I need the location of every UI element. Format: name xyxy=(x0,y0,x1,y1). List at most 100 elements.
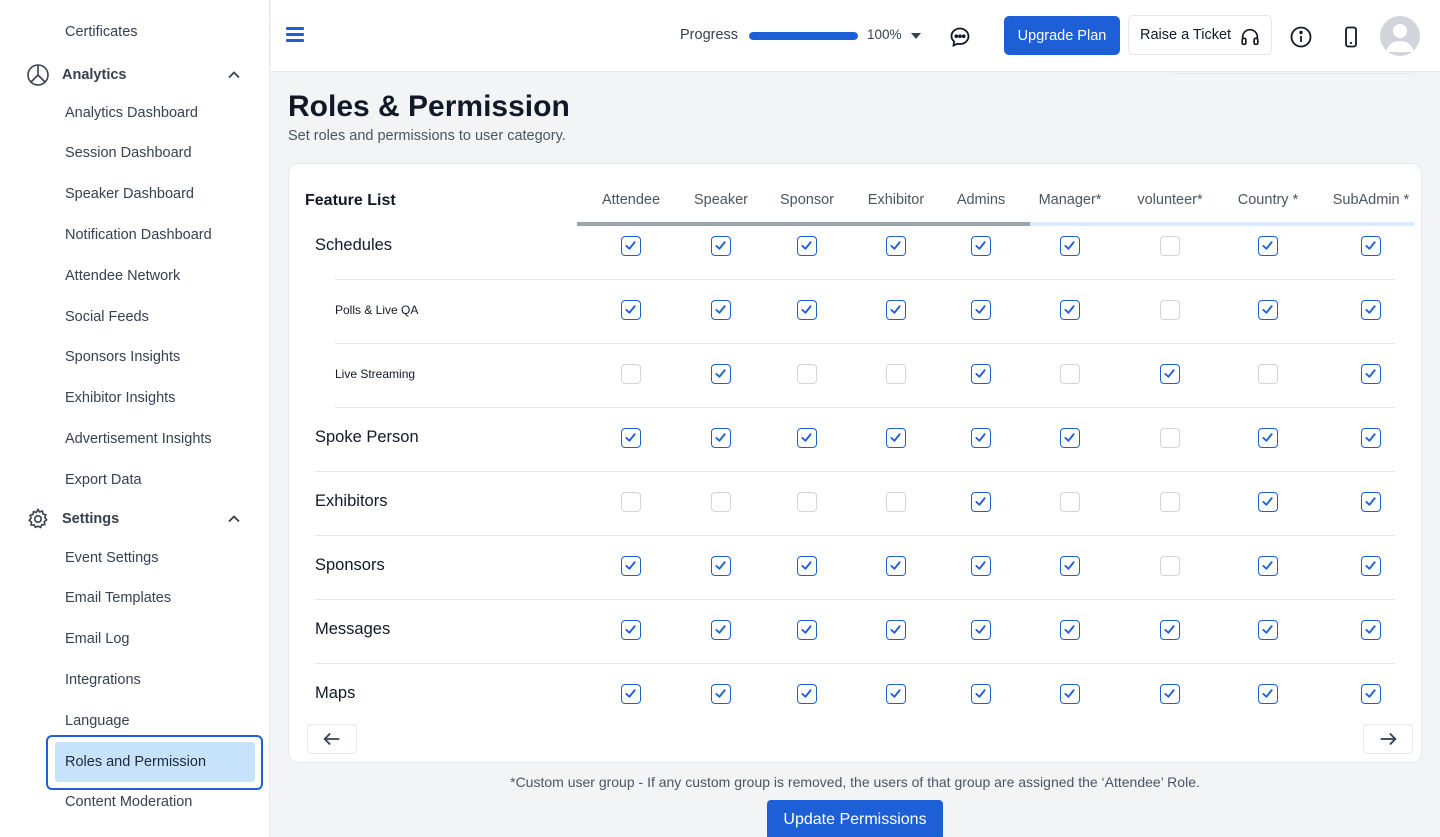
permission-checkbox[interactable] xyxy=(886,684,906,704)
permission-checkbox[interactable] xyxy=(711,364,731,384)
sidebar-item-attendee-network[interactable]: Attendee Network xyxy=(65,268,180,284)
permission-checkbox[interactable] xyxy=(1160,428,1180,448)
permission-checkbox[interactable] xyxy=(1258,236,1278,256)
permission-checkbox[interactable] xyxy=(1361,428,1381,448)
permission-checkbox[interactable] xyxy=(971,620,991,640)
permission-checkbox[interactable] xyxy=(1060,492,1080,512)
permission-checkbox[interactable] xyxy=(797,684,817,704)
permission-checkbox[interactable] xyxy=(1361,556,1381,576)
permission-checkbox[interactable] xyxy=(1258,684,1278,704)
permission-checkbox[interactable] xyxy=(1060,684,1080,704)
progress-dropdown-icon[interactable] xyxy=(911,33,921,39)
permission-checkbox[interactable] xyxy=(1258,300,1278,320)
sidebar-item-social-feeds[interactable]: Social Feeds xyxy=(65,309,149,325)
permission-checkbox[interactable] xyxy=(711,492,731,512)
permission-checkbox[interactable] xyxy=(971,492,991,512)
permission-checkbox[interactable] xyxy=(797,492,817,512)
permission-checkbox[interactable] xyxy=(797,300,817,320)
permission-checkbox[interactable] xyxy=(971,236,991,256)
permission-checkbox[interactable] xyxy=(1160,236,1180,256)
scroll-left-button[interactable] xyxy=(307,724,357,754)
permission-checkbox[interactable] xyxy=(711,428,731,448)
raise-ticket-button[interactable]: Raise a Ticket xyxy=(1128,15,1272,55)
sidebar-item-advertisement-insights[interactable]: Advertisement Insights xyxy=(65,431,212,447)
sidebar-item-content-moderation[interactable]: Content Moderation xyxy=(65,794,192,810)
permission-checkbox[interactable] xyxy=(1160,492,1180,512)
update-permissions-button[interactable]: Update Permissions xyxy=(767,800,943,837)
permission-checkbox[interactable] xyxy=(621,684,641,704)
sidebar-item-sponsors-insights[interactable]: Sponsors Insights xyxy=(65,349,180,365)
sidebar-item-session-dashboard[interactable]: Session Dashboard xyxy=(65,145,192,161)
permission-checkbox[interactable] xyxy=(1361,492,1381,512)
permission-checkbox[interactable] xyxy=(886,428,906,448)
sidebar-item-email-log[interactable]: Email Log xyxy=(65,631,129,647)
mobile-icon[interactable] xyxy=(1339,25,1363,49)
permission-checkbox[interactable] xyxy=(886,620,906,640)
permission-checkbox[interactable] xyxy=(1361,684,1381,704)
sidebar-item-notification-dashboard[interactable]: Notification Dashboard xyxy=(65,227,212,243)
permission-checkbox[interactable] xyxy=(971,684,991,704)
avatar[interactable] xyxy=(1380,16,1420,56)
permission-checkbox[interactable] xyxy=(797,428,817,448)
menu-icon[interactable] xyxy=(286,27,304,43)
permission-checkbox[interactable] xyxy=(1258,620,1278,640)
permission-checkbox[interactable] xyxy=(886,364,906,384)
sidebar-item-exhibitor-insights[interactable]: Exhibitor Insights xyxy=(65,390,175,406)
info-icon[interactable] xyxy=(1289,25,1313,49)
permission-checkbox[interactable] xyxy=(971,556,991,576)
permission-checkbox[interactable] xyxy=(1160,300,1180,320)
permission-checkbox[interactable] xyxy=(711,684,731,704)
chat-icon[interactable] xyxy=(948,25,972,49)
sidebar-section-settings[interactable]: Settings xyxy=(26,505,246,533)
permission-checkbox[interactable] xyxy=(797,364,817,384)
upgrade-plan-button[interactable]: Upgrade Plan xyxy=(1004,16,1120,55)
permission-checkbox[interactable] xyxy=(621,556,641,576)
sidebar-item-speaker-dashboard[interactable]: Speaker Dashboard xyxy=(65,186,194,202)
sidebar-item-integrations[interactable]: Integrations xyxy=(65,672,141,688)
permission-checkbox[interactable] xyxy=(797,236,817,256)
permission-checkbox[interactable] xyxy=(711,236,731,256)
permission-checkbox[interactable] xyxy=(1160,556,1180,576)
permission-checkbox[interactable] xyxy=(1258,492,1278,512)
permission-checkbox[interactable] xyxy=(1258,556,1278,576)
permission-checkbox[interactable] xyxy=(797,556,817,576)
permission-checkbox[interactable] xyxy=(1361,236,1381,256)
permission-checkbox[interactable] xyxy=(621,236,641,256)
permission-checkbox[interactable] xyxy=(1361,364,1381,384)
permission-checkbox[interactable] xyxy=(711,620,731,640)
permission-checkbox[interactable] xyxy=(621,364,641,384)
sidebar-section-analytics[interactable]: Analytics xyxy=(26,61,246,89)
permission-checkbox[interactable] xyxy=(621,300,641,320)
permission-checkbox[interactable] xyxy=(1060,620,1080,640)
permission-checkbox[interactable] xyxy=(1361,300,1381,320)
permission-checkbox[interactable] xyxy=(886,492,906,512)
permission-checkbox[interactable] xyxy=(971,300,991,320)
sidebar-item-analytics-dashboard[interactable]: Analytics Dashboard xyxy=(65,105,198,121)
sidebar-item-event-settings[interactable]: Event Settings xyxy=(65,550,159,566)
permission-checkbox[interactable] xyxy=(1060,428,1080,448)
permission-checkbox[interactable] xyxy=(1060,556,1080,576)
permission-checkbox[interactable] xyxy=(1060,300,1080,320)
permission-checkbox[interactable] xyxy=(797,620,817,640)
scroll-right-button[interactable] xyxy=(1363,724,1413,754)
permission-checkbox[interactable] xyxy=(711,300,731,320)
permission-checkbox[interactable] xyxy=(886,300,906,320)
permission-checkbox[interactable] xyxy=(1160,364,1180,384)
permission-checkbox[interactable] xyxy=(1160,620,1180,640)
permission-checkbox[interactable] xyxy=(1258,364,1278,384)
permission-checkbox[interactable] xyxy=(886,236,906,256)
sidebar-item-export-data[interactable]: Export Data xyxy=(65,472,142,488)
permission-checkbox[interactable] xyxy=(1361,620,1381,640)
scrollbar-thumb[interactable] xyxy=(577,222,1030,226)
permission-checkbox[interactable] xyxy=(621,492,641,512)
sidebar-item-certificates[interactable]: Certificates xyxy=(65,24,138,40)
permission-checkbox[interactable] xyxy=(971,364,991,384)
permission-checkbox[interactable] xyxy=(711,556,731,576)
permission-checkbox[interactable] xyxy=(1060,236,1080,256)
sidebar-item-email-templates[interactable]: Email Templates xyxy=(65,590,171,606)
sidebar-item-language[interactable]: Language xyxy=(65,713,130,729)
permission-checkbox[interactable] xyxy=(621,620,641,640)
permission-checkbox[interactable] xyxy=(886,556,906,576)
permission-checkbox[interactable] xyxy=(621,428,641,448)
permission-checkbox[interactable] xyxy=(1060,364,1080,384)
